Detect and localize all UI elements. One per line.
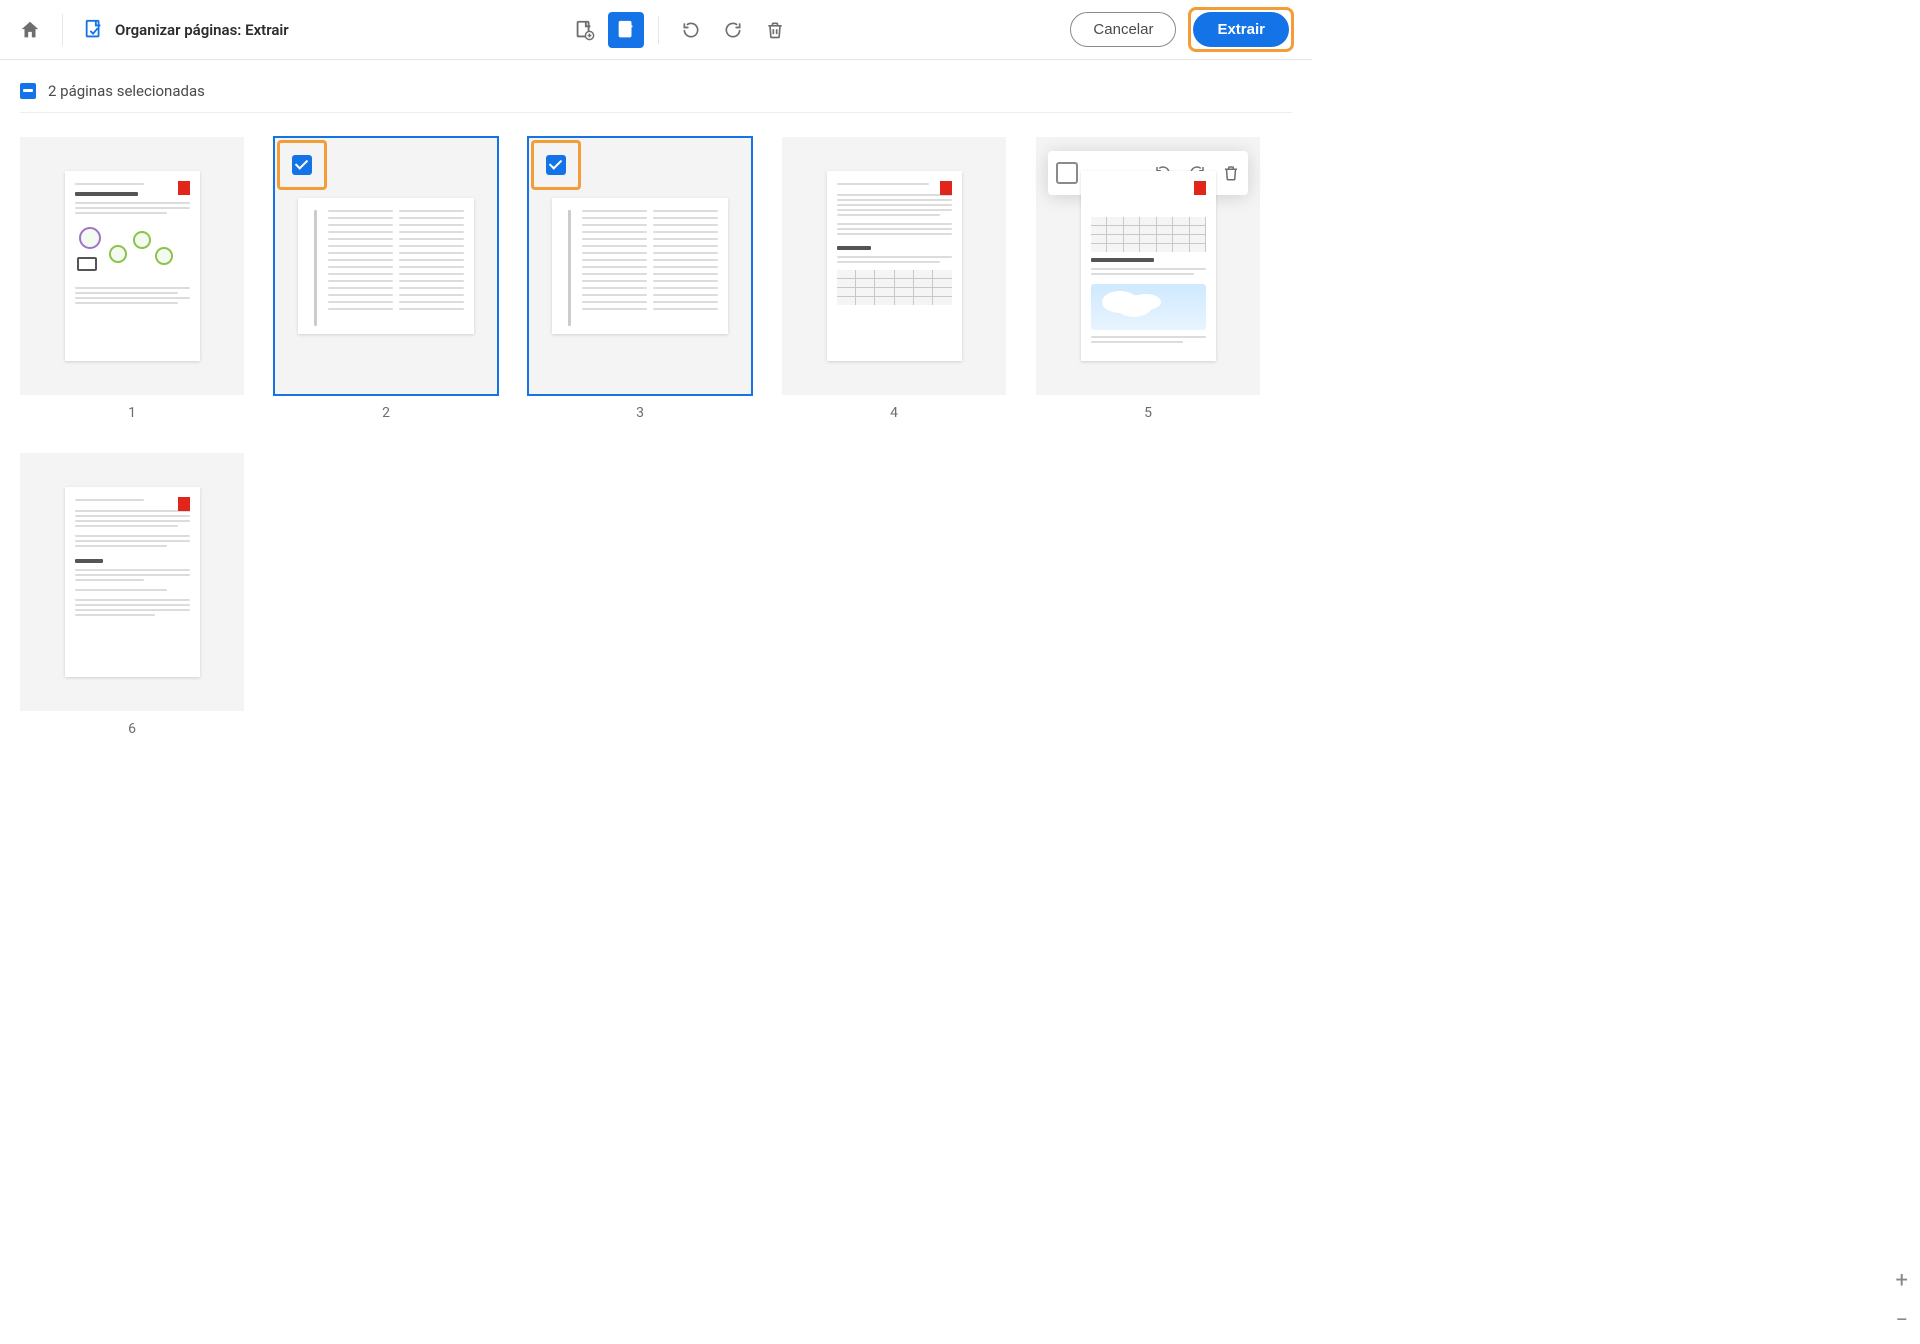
extract-button[interactable]: Extrair — [1193, 12, 1289, 47]
partial-select-icon[interactable] — [20, 83, 36, 99]
selection-count: 2 páginas selecionadas — [48, 82, 205, 100]
top-bar: Organizar páginas: Extrair Cancelar Extr… — [0, 0, 1312, 60]
page-thumb-6: 6 — [20, 453, 244, 737]
page-thumbnail[interactable] — [20, 137, 244, 395]
center-toolbar — [566, 12, 793, 48]
page-number: 3 — [636, 405, 644, 421]
page-number: 2 — [382, 405, 390, 421]
page-title: Organizar páginas: Extrair — [115, 21, 289, 39]
home-icon — [19, 19, 41, 41]
rotate-ccw-icon — [681, 20, 701, 40]
page-thumbnail[interactable] — [20, 453, 244, 711]
rotate-cw-icon — [723, 20, 743, 40]
home-button[interactable] — [18, 18, 42, 42]
divider — [658, 16, 659, 44]
cancel-button[interactable]: Cancelar — [1070, 12, 1176, 47]
page-thumb-1: 1 — [20, 137, 244, 421]
page-thumb-4: 4 — [782, 137, 1006, 421]
page-thumbnail[interactable] — [1036, 137, 1260, 395]
page-number: 5 — [1144, 405, 1152, 421]
insert-page-button[interactable] — [566, 12, 602, 48]
extract-highlight: Extrair — [1188, 7, 1294, 52]
right-actions: Cancelar Extrair — [1070, 7, 1294, 52]
rotate-cw-button[interactable] — [715, 12, 751, 48]
page-checkbox[interactable] — [292, 155, 312, 175]
page-preview — [65, 487, 200, 677]
divider — [62, 14, 63, 46]
page-preview — [65, 171, 200, 361]
extract-page-button[interactable] — [608, 12, 644, 48]
select-toggle[interactable] — [1056, 162, 1078, 184]
page-thumbnail[interactable] — [274, 137, 498, 395]
page-preview — [298, 198, 474, 334]
delete-button[interactable] — [757, 12, 793, 48]
page-thumb-2: 2 — [274, 137, 498, 421]
extract-page-icon — [615, 19, 637, 41]
page-number: 4 — [890, 405, 898, 421]
page-thumbnail[interactable] — [782, 137, 1006, 395]
selection-summary: 2 páginas selecionadas — [0, 60, 1312, 112]
organize-pages-icon — [83, 19, 105, 41]
page-number: 6 — [128, 721, 136, 737]
trash-icon — [765, 20, 785, 40]
page-preview — [827, 171, 962, 361]
trash-icon[interactable] — [1222, 164, 1240, 182]
zoom-controls: + − — [1895, 1270, 1908, 1332]
zoom-out-button[interactable]: − — [1895, 1310, 1908, 1332]
checkbox-highlight — [277, 140, 327, 190]
page-preview — [1081, 171, 1216, 361]
page-thumbnail[interactable] — [528, 137, 752, 395]
page-thumb-5: 5 — [1036, 137, 1260, 421]
page-grid: 1 2 3 — [0, 113, 1312, 761]
checkbox-highlight — [531, 140, 581, 190]
page-preview — [552, 198, 728, 334]
zoom-in-button[interactable]: + — [1895, 1270, 1907, 1292]
page-number: 1 — [128, 405, 136, 421]
insert-page-icon — [573, 19, 595, 41]
page-checkbox[interactable] — [546, 155, 566, 175]
page-thumb-3: 3 — [528, 137, 752, 421]
rotate-ccw-button[interactable] — [673, 12, 709, 48]
